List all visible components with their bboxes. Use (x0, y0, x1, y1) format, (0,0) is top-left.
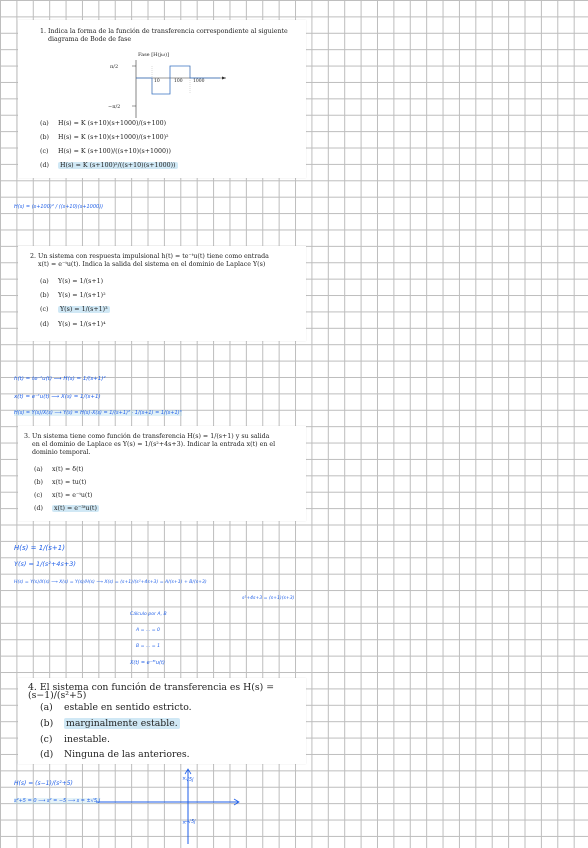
question-4-title: 4. El sistema con función de transferenc… (28, 682, 275, 701)
q4-option-a[interactable]: (a) estable en sentido estricto. (40, 702, 192, 713)
question-3-card: 3. Un sistema tiene como función de tran… (18, 426, 306, 521)
q1-option-d[interactable]: (d) H(s) = K (s+100)²/((s+10)(s+1000)) (40, 162, 178, 169)
q4-option-b[interactable]: (b) marginalmente estable. (40, 718, 180, 729)
question-3-title: 3. Un sistema tiene como función de tran… (24, 433, 304, 457)
question-3-title-line1: 3. Un sistema tiene como función de tran… (24, 433, 270, 440)
q3-handwriting-line2: Y(s) = 1/(s²+4s+3) (14, 560, 76, 568)
bode-phase-plot: Fase [H(jω)] π/2 −π/2 10 100 1000 (108, 52, 228, 122)
q3-option-b[interactable]: (b) x(t) = tu(t) (34, 479, 86, 486)
q3-handwriting-line5: Cálculo por A, B (130, 612, 167, 617)
q3-option-c-label: (c) (34, 492, 43, 499)
q1-option-b-text: H(s) = K (s+10)(s+1000)/(s+100)² (58, 134, 169, 141)
question-2-card: 2. Un sistema con respuesta impulsional … (18, 246, 306, 341)
q3-option-c-text: x(t) = e⁻ᵗu(t) (52, 492, 93, 499)
q2-handwriting-line3: H(s) = Y(s)/X(s) ⟶ Y(s) = H(s)·X(s) = 1/… (14, 410, 182, 416)
q2-option-b-label: (b) (40, 292, 49, 299)
pole-zero-axes: × × (96, 768, 240, 844)
q1-option-a-text: H(s) = K (s+10)(s+1000)/(s+100) (58, 120, 167, 127)
q2-option-a-text: Y(s) = 1/(s+1) (58, 278, 104, 285)
q2-option-a-label: (a) (40, 278, 49, 285)
q3-handwriting-line3: H(s) = Y(s)/X(s) ⟶ X(s) = Y(s)/H(s) ⟶ X(… (14, 580, 207, 585)
q2-option-a[interactable]: (a) Y(s) = 1/(s+1) (40, 278, 103, 285)
q4-pole-bottom-label: −√5j (184, 820, 196, 825)
q4-option-a-text: estable en sentido estricto. (64, 702, 192, 713)
q1-option-a[interactable]: (a) H(s) = K (s+10)(s+1000)/(s+100) (40, 120, 166, 127)
q3-option-d-label: (d) (34, 505, 43, 512)
q2-option-c-label: (c) (40, 306, 49, 313)
q3-handwriting-line1: H(s) = 1/(s+1) (14, 544, 65, 552)
q1-option-c-text: H(s) = K (s+100)/((s+10)(s+1000)) (58, 148, 171, 155)
q4-option-b-label: (b) (40, 718, 54, 729)
q2-option-b[interactable]: (b) Y(s) = 1/(s+1)² (40, 292, 106, 299)
q2-option-d-label: (d) (40, 321, 49, 328)
q3-handwriting-line7: B = ... = 1 (136, 644, 160, 649)
question-1-title-line2: diagrama de Bode de fase (48, 36, 132, 43)
q3-option-b-text: x(t) = tu(t) (52, 479, 87, 486)
q1-option-b-label: (b) (40, 134, 49, 141)
q4-option-b-text-highlighted: marginalmente estable. (64, 718, 180, 729)
q4-option-d[interactable]: (d) Ninguna de las anteriores. (40, 749, 190, 760)
q3-option-a-text: x(t) = δ(t) (52, 466, 84, 473)
q3-option-a-label: (a) (34, 466, 43, 473)
q1-option-c-label: (c) (40, 148, 49, 155)
bode-phase-curve (132, 60, 226, 118)
q2-option-b-text: Y(s) = 1/(s+1)² (58, 292, 106, 299)
q3-handwriting-line8: X(t) = e⁻³ᵗu(t) (130, 660, 165, 666)
q4-option-c-label: (c) (40, 734, 53, 745)
q3-option-d-text-highlighted: x(t) = e⁻³ᵗu(t) (52, 505, 99, 512)
q2-option-c-text-highlighted: Y(s) = 1/(s+1)³ (58, 306, 110, 313)
q2-option-d-text: Y(s) = 1/(s+1)⁴ (58, 321, 106, 328)
q3-option-c[interactable]: (c) x(t) = e⁻ᵗu(t) (34, 492, 92, 499)
question-4-card: 4. El sistema con función de transferenc… (18, 678, 306, 764)
q4-handwriting-line2: s²+5 = 0 ⟶ s² = −5 ⟶ s = ±√5 j (14, 798, 101, 804)
q1-handwritten-answer: H(s) = (s+100)² / ((s+10)(s+1000)) (14, 204, 104, 210)
q4-pole-top-label: √5j (186, 778, 194, 783)
q3-handwriting-line6: A = ... = 0 (136, 628, 160, 633)
question-1-title-line1: 1. Indica la forma de la función de tran… (40, 28, 288, 35)
question-1-card: 1. Indica la forma de la función de tran… (18, 20, 306, 178)
question-2-title: 2. Un sistema con respuesta impulsional … (30, 253, 302, 269)
question-2-title-line1: 2. Un sistema con respuesta impulsional … (30, 253, 269, 260)
q2-option-d[interactable]: (d) Y(s) = 1/(s+1)⁴ (40, 321, 106, 328)
question-1-title: 1. Indica la forma de la función de tran… (40, 28, 300, 44)
q3-option-b-label: (b) (34, 479, 43, 486)
q1-option-c[interactable]: (c) H(s) = K (s+100)/((s+10)(s+1000)) (40, 148, 171, 155)
q1-option-a-label: (a) (40, 120, 49, 127)
q4-option-a-label: (a) (40, 702, 53, 713)
q2-option-c[interactable]: (c) Y(s) = 1/(s+1)³ (40, 306, 110, 313)
q1-option-d-label: (d) (40, 162, 49, 169)
question-3-title-line2: en el dominio de Laplace es Y(s) = 1/(s²… (32, 441, 276, 448)
q4-option-d-text: Ninguna de las anteriores. (64, 749, 190, 760)
q4-option-c-text: inestable. (64, 734, 110, 745)
q3-option-d[interactable]: (d) x(t) = e⁻³ᵗu(t) (34, 505, 99, 512)
question-3-title-line3: dominio temporal. (32, 449, 91, 456)
q4-option-c[interactable]: (c) inestable. (40, 734, 110, 745)
q4-option-d-label: (d) (40, 749, 54, 760)
q3-handwriting-line4: s²+4s+3 = (s+1)(s+3) (242, 596, 295, 601)
q1-option-b[interactable]: (b) H(s) = K (s+10)(s+1000)/(s+100)² (40, 134, 169, 141)
question-2-title-line2: x(t) = e⁻ᵗu(t). Indica la salida del sis… (38, 261, 266, 268)
q2-handwriting-line2: x(t) = e⁻ᵗu(t) ⟶ X(s) = 1/(s+1) (14, 394, 101, 400)
q1-option-d-text-highlighted: H(s) = K (s+100)²/((s+10)(s+1000)) (58, 162, 178, 169)
q4-handwriting-line1: H(s) = (s−1)/(s²+5) (14, 780, 73, 787)
q3-option-a[interactable]: (a) x(t) = δ(t) (34, 466, 84, 473)
q2-handwriting-line1: h(t) = te⁻ᵗu(t) ⟶ H(s) = 1/(s+1)² (14, 376, 106, 382)
